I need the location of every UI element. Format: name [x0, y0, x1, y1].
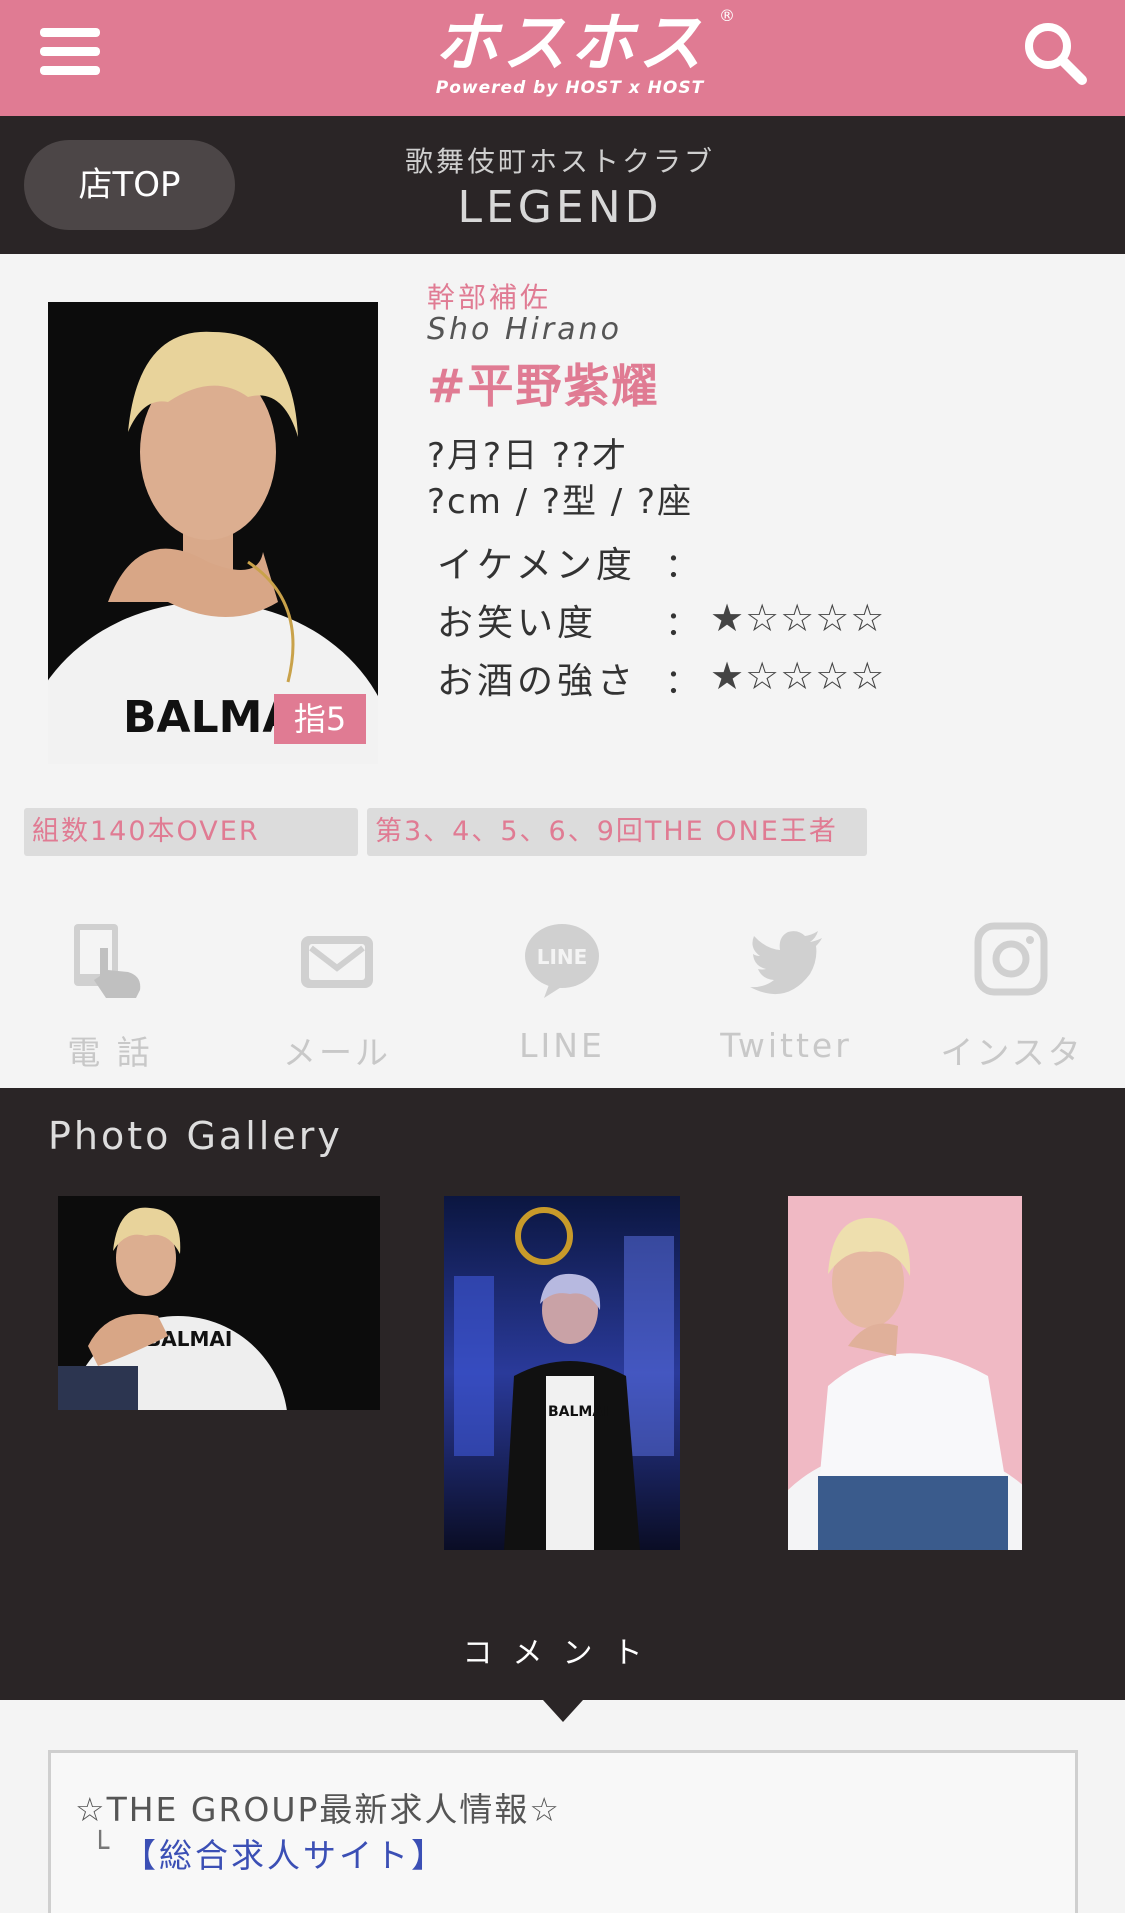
search-icon[interactable] — [1020, 18, 1090, 88]
contact-label: LINE — [519, 1026, 605, 1065]
contact-label: 電 話 — [67, 1033, 153, 1072]
shop-name[interactable]: LEGEND — [360, 182, 760, 233]
contact-instagram[interactable]: インスタ — [917, 920, 1107, 1072]
comment-section-title: コメント — [462, 1636, 663, 1671]
svg-text:BALMAI: BALMAI — [548, 1404, 608, 1420]
contact-line[interactable]: LINE LINE — [467, 920, 657, 1070]
role-title: 幹部補佐 — [427, 281, 552, 314]
body-info: ?cm / ?型 / ?座 — [427, 482, 694, 522]
stat-stars-drinking: ★☆☆☆☆ — [710, 654, 886, 698]
gallery-photo[interactable] — [788, 1196, 1022, 1550]
comment-headline: ☆THE GROUP最新求人情報☆ — [75, 1790, 562, 1829]
contact-twitter[interactable]: Twitter — [691, 920, 881, 1070]
logo-subtext: Powered by HOST x HOST — [435, 78, 705, 98]
gallery-photo[interactable]: BALMAI — [58, 1196, 380, 1410]
rank-badge: 指5 — [274, 694, 366, 744]
shop-category: 歌舞伎町ホストクラブ — [404, 145, 715, 178]
stat-colon: ： — [665, 662, 699, 702]
mail-icon — [297, 920, 377, 1000]
comment-pointer — [543, 1700, 583, 1722]
comment-branch-mark: └ — [91, 1831, 110, 1866]
birth-info: ?月?日 ??才 — [427, 436, 628, 476]
recruit-site-link[interactable]: 【総合求人サイト】 — [123, 1829, 447, 1877]
stat-label-looks: イケメン度 — [437, 545, 636, 586]
line-icon: LINE — [522, 920, 602, 1000]
comment-box: ☆THE GROUP最新求人情報☆ └ 【総合求人サイト】 — [48, 1750, 1078, 1913]
logo-text: ホスホス — [434, 7, 706, 81]
host-name: #平野紫耀 — [427, 359, 660, 413]
stat-label-drinking: お酒の強さ — [437, 661, 638, 702]
contact-label: Twitter — [720, 1026, 852, 1065]
contact-mail[interactable]: メール — [242, 920, 432, 1072]
gallery-photo[interactable]: BALMAI — [444, 1196, 680, 1550]
stat-colon: ： — [665, 546, 699, 586]
phone-icon — [70, 920, 150, 1000]
stat-label-humor: お笑い度 — [437, 603, 598, 644]
photo-gallery-section: Photo Gallery BALMAI BALMAI コメント — [0, 1088, 1125, 1700]
shop-top-button[interactable]: 店TOP — [24, 140, 235, 230]
contact-label: メール — [283, 1033, 391, 1072]
gallery-title: Photo Gallery — [48, 1114, 343, 1158]
twitter-icon — [746, 920, 826, 1000]
contact-label: インスタ — [940, 1033, 1084, 1072]
instagram-icon — [972, 920, 1052, 1000]
line-icon-text: LINE — [537, 945, 588, 969]
registered-mark: ® — [719, 6, 735, 25]
achievement-tag: 組数140本OVER — [24, 808, 358, 856]
stat-colon: ： — [665, 604, 699, 644]
achievement-tag: 第3、4、5、6、9回THE ONE王者 — [367, 808, 867, 856]
menu-icon[interactable] — [40, 28, 100, 75]
shop-bar: 店TOP 歌舞伎町ホストクラブ LEGEND — [0, 116, 1125, 254]
contact-phone[interactable]: 電 話 — [15, 920, 205, 1072]
top-header: ホスホス Powered by HOST x HOST ® — [0, 0, 1125, 116]
site-logo[interactable]: ホスホス Powered by HOST x HOST ® — [395, 6, 745, 106]
name-romaji: Sho Hirano — [427, 312, 622, 347]
stat-stars-humor: ★☆☆☆☆ — [710, 596, 886, 640]
